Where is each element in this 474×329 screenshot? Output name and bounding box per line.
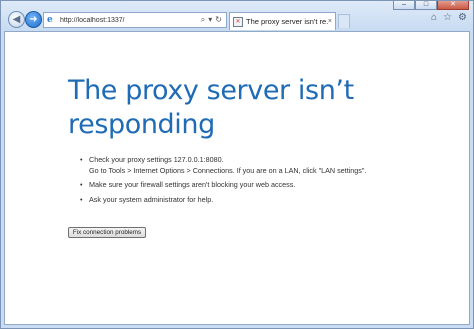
tab-close-icon[interactable]: × — [328, 18, 332, 25]
bullet-icon: • — [80, 155, 83, 164]
search-icon[interactable]: ⌕ — [201, 15, 205, 25]
minimize-button[interactable]: – — [393, 1, 415, 10]
page-title-line1: The proxy server isn’t — [68, 75, 354, 106]
gear-icon[interactable]: ⚙ — [458, 12, 467, 23]
list-item: • Make sure your firewall settings aren'… — [80, 180, 460, 191]
back-arrow-icon: ◀ — [12, 14, 21, 25]
fix-connection-problems-button[interactable]: Fix connection problems — [68, 227, 146, 238]
url-text[interactable]: http://localhost:1337/ — [60, 17, 201, 24]
window-controls: – □ ✕ — [393, 1, 469, 10]
browser-chrome: – □ ✕ ◀ ➜ e http://localhost:1337/ ⌕ ▾ ↻… — [1, 1, 473, 31]
maximize-button[interactable]: □ — [415, 1, 437, 10]
tip-text: Check your proxy settings 127.0.0.1:8080… — [89, 155, 224, 164]
new-tab-button[interactable] — [338, 14, 350, 28]
back-button[interactable]: ◀ — [8, 11, 25, 28]
tab-title: The proxy server isn't re... — [246, 17, 328, 26]
list-item: • Ask your system administrator for help… — [80, 195, 460, 206]
close-window-button[interactable]: ✕ — [437, 1, 469, 10]
browser-window: – □ ✕ ◀ ➜ e http://localhost:1337/ ⌕ ▾ ↻… — [0, 0, 474, 329]
toolbar-icons: ⌂ ☆ ⚙ — [431, 12, 467, 23]
page-content: The proxy server isn’t responding • Chec… — [4, 31, 470, 325]
forward-button[interactable]: ➜ — [25, 11, 42, 28]
home-icon[interactable]: ⌂ — [431, 12, 437, 23]
list-item: • Check your proxy settings 127.0.0.1:80… — [80, 155, 460, 176]
refresh-icon[interactable]: ↻ — [215, 15, 222, 25]
favorites-star-icon[interactable]: ☆ — [443, 12, 452, 23]
address-bar[interactable]: e http://localhost:1337/ ⌕ ▾ ↻ — [43, 12, 227, 28]
dropdown-icon[interactable]: ▾ — [208, 15, 212, 25]
error-page-icon: ✕ — [233, 16, 243, 27]
forward-arrow-icon: ➜ — [29, 14, 38, 25]
ie-logo-icon: e — [47, 15, 53, 25]
page-title: The proxy server isn’t responding — [68, 74, 398, 142]
page-title-line2: responding — [68, 109, 215, 140]
tab-active[interactable]: ✕ The proxy server isn't re... × — [229, 12, 336, 30]
bullet-icon: • — [80, 194, 83, 204]
tip-text: Make sure your firewall settings aren't … — [89, 180, 296, 189]
address-bar-buttons: ⌕ ▾ ↻ — [201, 15, 222, 25]
bullet-icon: • — [80, 180, 83, 189]
tip-text: Go to Tools > Internet Options > Connect… — [89, 165, 367, 175]
troubleshooting-tips: • Check your proxy settings 127.0.0.1:80… — [80, 155, 460, 209]
tip-text: Ask your system administrator for help. — [89, 194, 214, 204]
